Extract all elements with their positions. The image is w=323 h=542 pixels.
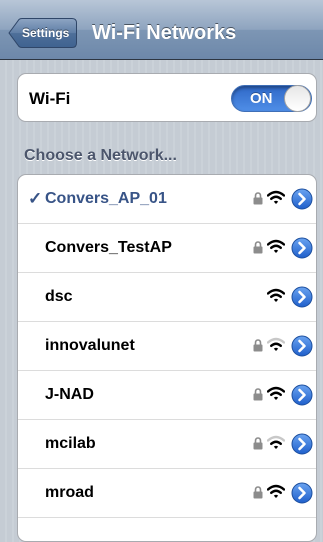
detail-disclosure-icon[interactable] — [291, 384, 313, 406]
wifi-signal-icon — [266, 386, 286, 401]
wifi-toggle-group: Wi-Fi ON — [17, 73, 317, 122]
toggle-knob[interactable] — [284, 85, 311, 112]
network-name: mcilab — [45, 435, 96, 452]
network-name: J-NAD — [45, 386, 94, 403]
wifi-label: Wi-Fi — [29, 89, 71, 108]
detail-disclosure-icon[interactable] — [291, 286, 313, 308]
detail-disclosure-icon[interactable] — [291, 188, 313, 210]
lock-icon — [253, 437, 263, 450]
network-row[interactable]: Convers_TestAP — [18, 224, 316, 273]
wifi-signal-icon — [266, 190, 286, 205]
network-list: ✓ Convers_AP_01 Convers_TestAPdsc innovalun… — [17, 174, 317, 542]
network-name: mroad — [45, 484, 94, 501]
wifi-signal-icon — [266, 435, 286, 450]
lock-icon — [253, 339, 263, 352]
lock-icon — [253, 486, 263, 499]
choose-network-header: Choose a Network... — [24, 147, 177, 164]
detail-disclosure-icon[interactable] — [291, 482, 313, 504]
wifi-signal-icon — [266, 337, 286, 352]
detail-disclosure-icon[interactable] — [291, 335, 313, 357]
settings-back-button[interactable]: Settings — [8, 18, 77, 48]
wifi-toggle-switch[interactable]: ON — [231, 85, 312, 112]
selected-check-icon: ✓ — [28, 189, 43, 208]
network-name: innovalunet — [45, 337, 135, 354]
lock-icon — [253, 192, 263, 205]
network-row[interactable]: mcilab — [18, 420, 316, 469]
wifi-signal-icon — [266, 239, 286, 254]
wifi-signal-icon — [266, 288, 286, 303]
detail-disclosure-icon[interactable] — [291, 237, 313, 259]
lock-icon — [253, 388, 263, 401]
network-row[interactable]: J-NAD — [18, 371, 316, 420]
detail-disclosure-icon[interactable] — [291, 433, 313, 455]
network-name: dsc — [45, 288, 73, 305]
network-row[interactable]: dsc — [18, 273, 316, 322]
navigation-bar: Settings Wi-Fi Networks — [0, 0, 323, 60]
network-name: Convers_TestAP — [45, 239, 172, 256]
lock-icon — [253, 241, 263, 254]
wifi-signal-icon — [266, 484, 286, 499]
network-row[interactable]: mroad — [18, 469, 316, 518]
back-button-label: Settings — [22, 26, 70, 40]
toggle-on-text: ON — [250, 90, 273, 107]
network-name: Convers_AP_01 — [45, 190, 167, 207]
network-row[interactable]: ✓ Convers_AP_01 — [18, 175, 316, 224]
network-row[interactable]: innovalunet — [18, 322, 316, 371]
page-title: Wi-Fi Networks — [92, 22, 237, 44]
